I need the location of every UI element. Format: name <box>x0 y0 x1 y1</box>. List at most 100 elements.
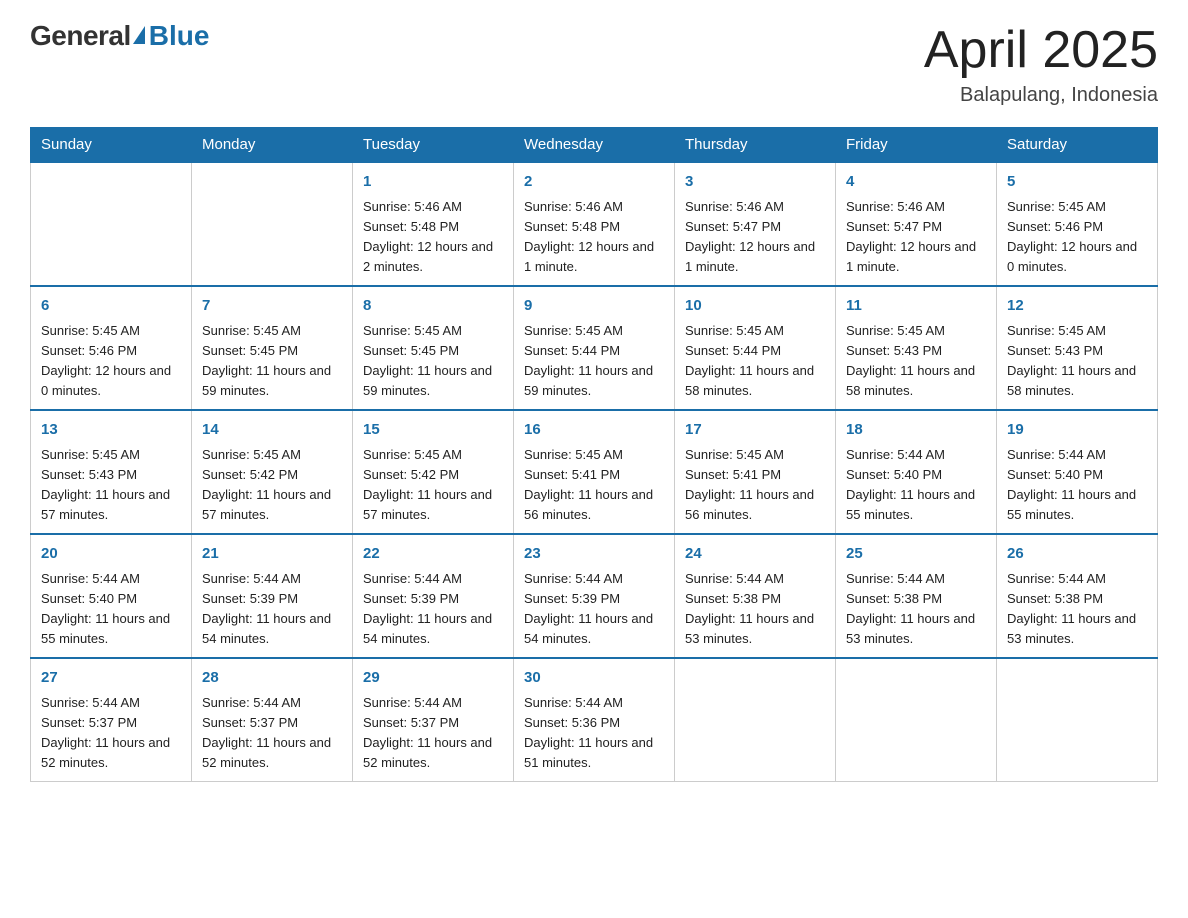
day-info: Sunrise: 5:45 AM Sunset: 5:41 PM Dayligh… <box>685 445 825 526</box>
day-number: 28 <box>202 667 342 690</box>
calendar-cell: 27 Sunrise: 5:44 AM Sunset: 5:37 PM Dayli… <box>31 658 192 782</box>
logo-blue-text: Blue <box>149 20 210 52</box>
day-number: 5 <box>1007 171 1147 194</box>
calendar-cell: 18Sunrise: 5:44 AM Sunset: 5:40 PM Dayli… <box>836 410 997 534</box>
week-row-2: 6 Sunrise: 5:45 AM Sunset: 5:46 PM Daylig… <box>31 286 1158 410</box>
day-number: 6 <box>41 295 181 318</box>
calendar-cell: 3 Sunrise: 5:46 AM Sunset: 5:47 PM Daylig… <box>675 162 836 286</box>
calendar-cell: 13 Sunrise: 5:45 AM Sunset: 5:43 PM Dayli… <box>31 410 192 534</box>
day-info: Sunrise: 5:45 AM Sunset: 5:45 PM Dayligh… <box>202 321 342 402</box>
day-info: Sunrise: 5:46 AM Sunset: 5:47 PM Dayligh… <box>685 197 825 278</box>
calendar-cell <box>836 658 997 782</box>
day-number: 7 <box>202 295 342 318</box>
day-number: 17 <box>685 419 825 442</box>
day-info: Sunrise: 5:45 AM Sunset: 5:44 PM Dayligh… <box>524 321 664 402</box>
day-number: 9 <box>524 295 664 318</box>
calendar-cell: 19 Sunrise: 5:44 AM Sunset: 5:40 PM Dayli… <box>997 410 1158 534</box>
calendar-cell: 29 Sunrise: 5:44 AM Sunset: 5:37 PM Dayli… <box>353 658 514 782</box>
calendar-cell: 25 Sunrise: 5:44 AM Sunset: 5:38 PM Dayli… <box>836 534 997 658</box>
day-info: Sunrise: 5:44 AM Sunset: 5:38 PM Dayligh… <box>685 569 825 650</box>
day-number: 29 <box>363 667 503 690</box>
calendar-cell: 10 Sunrise: 5:45 AM Sunset: 5:44 PM Dayli… <box>675 286 836 410</box>
day-info: Sunrise: 5:45 AM Sunset: 5:43 PM Dayligh… <box>1007 321 1147 402</box>
calendar-cell: 20 Sunrise: 5:44 AM Sunset: 5:40 PM Dayli… <box>31 534 192 658</box>
day-info: Sunrise: 5:45 AM Sunset: 5:43 PM Dayligh… <box>846 321 986 402</box>
calendar-header-wednesday: Wednesday <box>514 128 675 163</box>
day-number: 16 <box>524 419 664 442</box>
day-info: Sunrise: 5:44 AM Sunset: 5:40 PM Dayligh… <box>846 445 986 526</box>
calendar-cell: 22 Sunrise: 5:44 AM Sunset: 5:39 PM Dayli… <box>353 534 514 658</box>
day-number: 2 <box>524 171 664 194</box>
calendar-cell: 11 Sunrise: 5:45 AM Sunset: 5:43 PM Dayli… <box>836 286 997 410</box>
day-number: 23 <box>524 543 664 566</box>
calendar-cell: 12 Sunrise: 5:45 AM Sunset: 5:43 PM Dayli… <box>997 286 1158 410</box>
calendar-header-friday: Friday <box>836 128 997 163</box>
day-number: 25 <box>846 543 986 566</box>
day-info: Sunrise: 5:44 AM Sunset: 5:38 PM Dayligh… <box>846 569 986 650</box>
day-number: 8 <box>363 295 503 318</box>
calendar-cell: 24Sunrise: 5:44 AM Sunset: 5:38 PM Dayli… <box>675 534 836 658</box>
day-info: Sunrise: 5:45 AM Sunset: 5:41 PM Dayligh… <box>524 445 664 526</box>
week-row-3: 13 Sunrise: 5:45 AM Sunset: 5:43 PM Dayli… <box>31 410 1158 534</box>
title-section: April 2025 Balapulang, Indonesia <box>924 20 1158 107</box>
day-info: Sunrise: 5:44 AM Sunset: 5:38 PM Dayligh… <box>1007 569 1147 650</box>
day-info: Sunrise: 5:45 AM Sunset: 5:42 PM Dayligh… <box>363 445 503 526</box>
calendar-header-saturday: Saturday <box>997 128 1158 163</box>
calendar-cell: 28 Sunrise: 5:44 AM Sunset: 5:37 PM Dayli… <box>192 658 353 782</box>
day-info: Sunrise: 5:44 AM Sunset: 5:40 PM Dayligh… <box>1007 445 1147 526</box>
calendar-cell: 8Sunrise: 5:45 AM Sunset: 5:45 PM Daylig… <box>353 286 514 410</box>
day-number: 19 <box>1007 419 1147 442</box>
page-header: General Blue April 2025 Balapulang, Indo… <box>30 20 1158 107</box>
calendar-cell <box>997 658 1158 782</box>
day-info: Sunrise: 5:44 AM Sunset: 5:39 PM Dayligh… <box>202 569 342 650</box>
calendar-cell: 9 Sunrise: 5:45 AM Sunset: 5:44 PM Daylig… <box>514 286 675 410</box>
day-info: Sunrise: 5:44 AM Sunset: 5:40 PM Dayligh… <box>41 569 181 650</box>
day-info: Sunrise: 5:44 AM Sunset: 5:39 PM Dayligh… <box>363 569 503 650</box>
day-number: 12 <box>1007 295 1147 318</box>
calendar-cell: 26 Sunrise: 5:44 AM Sunset: 5:38 PM Dayli… <box>997 534 1158 658</box>
calendar-cell: 17 Sunrise: 5:45 AM Sunset: 5:41 PM Dayli… <box>675 410 836 534</box>
day-info: Sunrise: 5:44 AM Sunset: 5:37 PM Dayligh… <box>41 693 181 774</box>
day-number: 15 <box>363 419 503 442</box>
day-number: 3 <box>685 171 825 194</box>
location-text: Balapulang, Indonesia <box>924 84 1158 107</box>
month-title: April 2025 <box>924 20 1158 80</box>
calendar-header-sunday: Sunday <box>31 128 192 163</box>
day-number: 22 <box>363 543 503 566</box>
week-row-4: 20 Sunrise: 5:44 AM Sunset: 5:40 PM Dayli… <box>31 534 1158 658</box>
day-number: 13 <box>41 419 181 442</box>
week-row-5: 27 Sunrise: 5:44 AM Sunset: 5:37 PM Dayli… <box>31 658 1158 782</box>
calendar-header-row: SundayMondayTuesdayWednesdayThursdayFrid… <box>31 128 1158 163</box>
day-number: 10 <box>685 295 825 318</box>
day-info: Sunrise: 5:45 AM Sunset: 5:46 PM Dayligh… <box>1007 197 1147 278</box>
logo: General Blue <box>30 20 209 52</box>
calendar-header-tuesday: Tuesday <box>353 128 514 163</box>
day-number: 20 <box>41 543 181 566</box>
calendar-cell: 21Sunrise: 5:44 AM Sunset: 5:39 PM Dayli… <box>192 534 353 658</box>
calendar-cell: 4 Sunrise: 5:46 AM Sunset: 5:47 PM Daylig… <box>836 162 997 286</box>
calendar-cell: 5 Sunrise: 5:45 AM Sunset: 5:46 PM Daylig… <box>997 162 1158 286</box>
calendar-table: SundayMondayTuesdayWednesdayThursdayFrid… <box>30 127 1158 782</box>
calendar-header-thursday: Thursday <box>675 128 836 163</box>
day-info: Sunrise: 5:44 AM Sunset: 5:37 PM Dayligh… <box>202 693 342 774</box>
day-info: Sunrise: 5:45 AM Sunset: 5:43 PM Dayligh… <box>41 445 181 526</box>
day-info: Sunrise: 5:46 AM Sunset: 5:48 PM Dayligh… <box>524 197 664 278</box>
day-number: 26 <box>1007 543 1147 566</box>
day-number: 27 <box>41 667 181 690</box>
day-info: Sunrise: 5:45 AM Sunset: 5:46 PM Dayligh… <box>41 321 181 402</box>
calendar-cell: 1Sunrise: 5:46 AM Sunset: 5:48 PM Daylig… <box>353 162 514 286</box>
day-number: 14 <box>202 419 342 442</box>
calendar-header-monday: Monday <box>192 128 353 163</box>
day-number: 30 <box>524 667 664 690</box>
day-info: Sunrise: 5:44 AM Sunset: 5:39 PM Dayligh… <box>524 569 664 650</box>
day-number: 11 <box>846 295 986 318</box>
calendar-cell: 23 Sunrise: 5:44 AM Sunset: 5:39 PM Dayli… <box>514 534 675 658</box>
day-number: 4 <box>846 171 986 194</box>
calendar-cell <box>192 162 353 286</box>
calendar-cell: 15 Sunrise: 5:45 AM Sunset: 5:42 PM Dayli… <box>353 410 514 534</box>
day-info: Sunrise: 5:44 AM Sunset: 5:37 PM Dayligh… <box>363 693 503 774</box>
day-info: Sunrise: 5:46 AM Sunset: 5:47 PM Dayligh… <box>846 197 986 278</box>
day-info: Sunrise: 5:45 AM Sunset: 5:42 PM Dayligh… <box>202 445 342 526</box>
day-info: Sunrise: 5:45 AM Sunset: 5:44 PM Dayligh… <box>685 321 825 402</box>
calendar-cell: 16 Sunrise: 5:45 AM Sunset: 5:41 PM Dayli… <box>514 410 675 534</box>
